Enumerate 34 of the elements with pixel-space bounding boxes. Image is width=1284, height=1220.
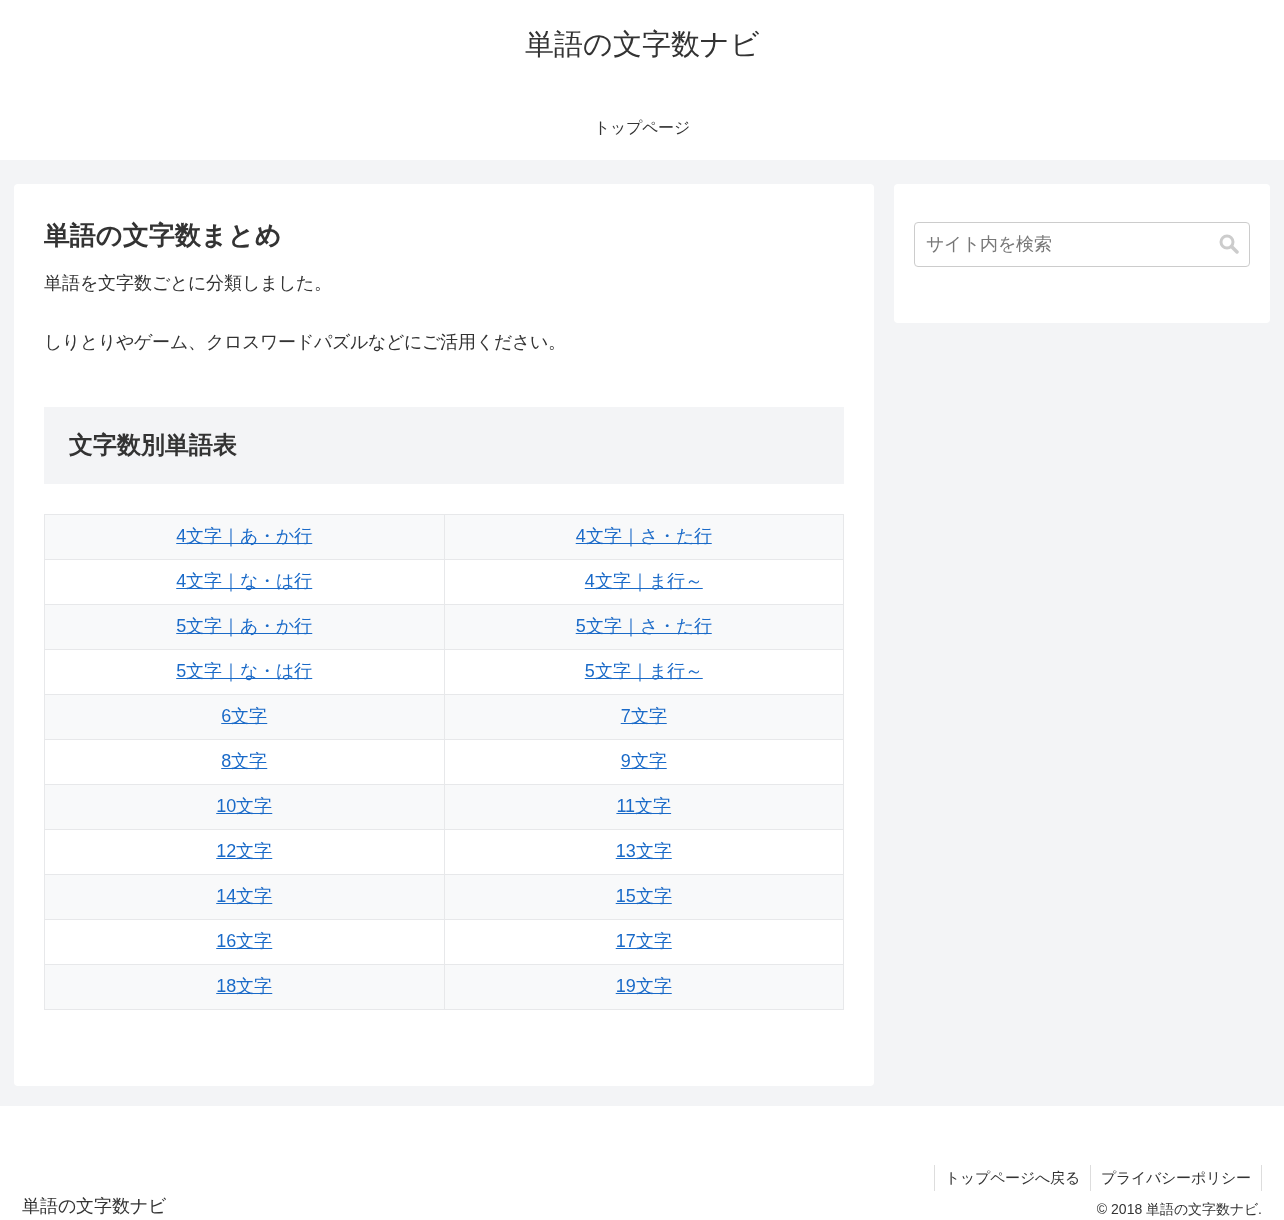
table-link[interactable]: 4文字｜な・は行: [176, 571, 313, 592]
table-link[interactable]: 16文字: [216, 931, 273, 952]
table-link[interactable]: 8文字: [221, 751, 268, 772]
table-link[interactable]: 5文字｜な・は行: [176, 661, 313, 682]
table-link[interactable]: 9文字: [620, 751, 667, 772]
table-link[interactable]: 10文字: [216, 796, 273, 817]
table-link[interactable]: 14文字: [216, 886, 273, 907]
table-link[interactable]: 11文字: [616, 796, 672, 817]
nav-link[interactable]: トップページ: [594, 115, 690, 140]
table-link[interactable]: 12文字: [216, 841, 273, 862]
table-link[interactable]: 5文字｜ま行～: [584, 661, 703, 682]
table-link[interactable]: 6文字: [221, 706, 268, 727]
table-link[interactable]: 5文字｜さ・た行: [575, 616, 712, 637]
search-icon[interactable]: [1219, 234, 1239, 254]
search-field[interactable]: サイト内を検索: [914, 222, 1250, 267]
table-link[interactable]: 17文字: [615, 931, 672, 952]
paragraph: しりとりやゲーム、クロスワードパズルなどにご活用ください。: [44, 331, 567, 354]
table-link[interactable]: 18文字: [216, 976, 273, 997]
footer-site-name[interactable]: 単語の文字数ナビ: [22, 1192, 166, 1220]
site-title[interactable]: 単語の文字数ナビ: [0, 0, 1284, 64]
table-link[interactable]: 4文字｜ま行～: [584, 571, 703, 592]
section-heading: 文字数別単語表: [44, 406, 844, 484]
table-link[interactable]: 5文字｜あ・か行: [176, 616, 313, 637]
table-link[interactable]: 15文字: [615, 886, 672, 907]
footer-link[interactable]: トップページへ戻る: [934, 1164, 1090, 1191]
article-title: 単語の文字数まとめ: [44, 220, 283, 252]
table-link[interactable]: 7文字: [620, 706, 667, 727]
table-link[interactable]: 4文字｜さ・た行: [575, 526, 712, 547]
footer-link[interactable]: プライバシーポリシー: [1090, 1164, 1261, 1191]
copyright-text: © 2018 単語の文字数ナビ.: [1096, 1199, 1262, 1219]
table-link[interactable]: 19文字: [615, 976, 672, 997]
paragraph: 単語を文字数ごとに分類しました。: [44, 272, 333, 296]
table-link[interactable]: 13文字: [615, 841, 672, 862]
table-link[interactable]: 4文字｜あ・か行: [176, 526, 313, 547]
